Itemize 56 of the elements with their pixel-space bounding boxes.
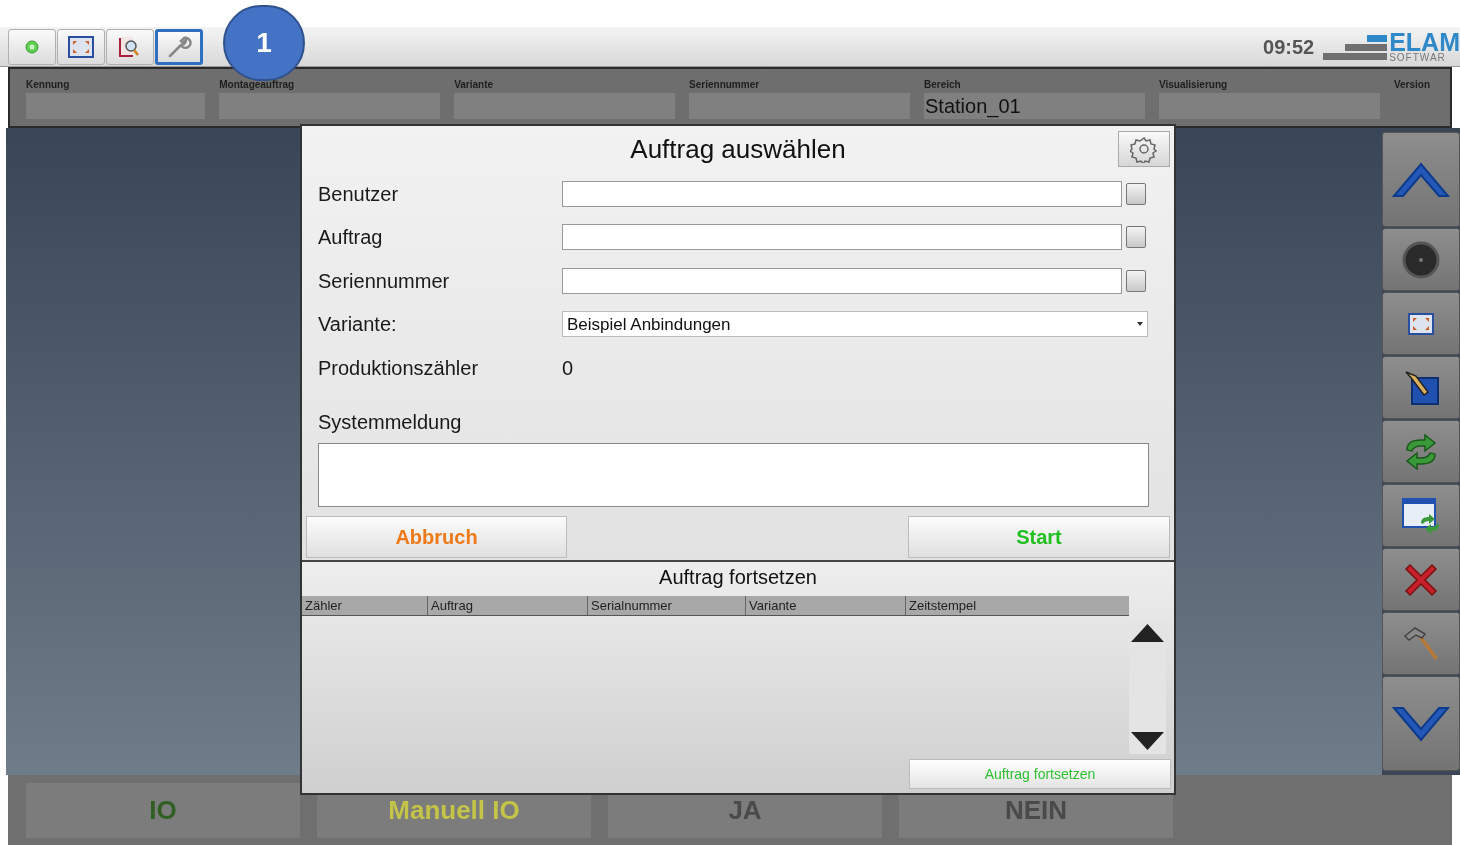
text-field[interactable] bbox=[562, 224, 1122, 251]
keyboard-button[interactable] bbox=[1126, 226, 1146, 249]
logo-bars-icon bbox=[1323, 32, 1388, 63]
toolbar-button[interactable] bbox=[57, 28, 105, 65]
dropdown-caret-icon bbox=[1137, 322, 1143, 327]
field-label: Visualisierung bbox=[1158, 79, 1228, 91]
dialog-title: Auftrag auswählen bbox=[629, 132, 847, 166]
settings-icon bbox=[1130, 135, 1158, 163]
sidebar-button[interactable] bbox=[1382, 356, 1460, 419]
fullscreen-icon bbox=[1408, 312, 1434, 335]
column-header: Serialnummer bbox=[587, 596, 745, 615]
fullscreen-icon bbox=[68, 35, 94, 58]
toolbar-button[interactable] bbox=[155, 28, 203, 65]
counter-value: 0 bbox=[562, 355, 574, 381]
clock-text: 09:52 bbox=[1263, 34, 1315, 60]
form-label: Produktionszähler bbox=[318, 355, 480, 381]
resume-button[interactable]: Auftrag fortsetzen bbox=[909, 759, 1171, 789]
column-header: Auftrag bbox=[427, 596, 587, 615]
section-title: Auftrag fortsetzen bbox=[658, 565, 818, 590]
start-button[interactable]: Start bbox=[908, 515, 1170, 558]
keyboard-button[interactable] bbox=[1126, 269, 1146, 292]
field-value: Station_01 bbox=[924, 93, 1145, 119]
keyboard-button[interactable] bbox=[1126, 182, 1146, 205]
field-label: Bereich bbox=[924, 79, 961, 91]
status-light-icon bbox=[24, 38, 40, 55]
column-header: Variante bbox=[745, 596, 905, 615]
bottom-button[interactable]: IO bbox=[26, 782, 300, 838]
settings-button[interactable] bbox=[1118, 131, 1170, 167]
window-refresh-icon bbox=[1401, 496, 1441, 535]
sidebar-button[interactable] bbox=[1382, 676, 1460, 771]
form-label: Systemmeldung bbox=[318, 409, 463, 435]
column-header: Zähler bbox=[304, 597, 343, 615]
field-label: Seriennummer bbox=[689, 79, 760, 91]
logo-subtitle: SOFTWAR bbox=[1389, 52, 1447, 63]
dropdown-field[interactable]: Beispiel Anbindungen bbox=[562, 311, 1148, 338]
sidebar-button[interactable] bbox=[1382, 292, 1460, 355]
field-label: Variante bbox=[454, 79, 494, 91]
sidebar-button[interactable] bbox=[1382, 484, 1460, 547]
field-label: Kennung bbox=[26, 79, 70, 91]
form-label: Variante: bbox=[318, 312, 398, 338]
toolbar-button[interactable] bbox=[106, 28, 154, 65]
form-label: Seriennummer bbox=[318, 268, 451, 294]
logo-text: ELAM bbox=[1389, 30, 1460, 53]
dial-icon bbox=[1401, 239, 1441, 280]
sidebar-button[interactable] bbox=[1382, 132, 1460, 227]
sidebar-button[interactable] bbox=[1382, 548, 1460, 611]
form-label: Auftrag bbox=[318, 225, 384, 251]
sidebar-button[interactable] bbox=[1382, 228, 1460, 291]
cancel-button[interactable]: Abbruch bbox=[306, 515, 567, 558]
text-field[interactable] bbox=[562, 267, 1122, 294]
field-label: Version bbox=[1393, 79, 1432, 91]
text-field[interactable] bbox=[562, 180, 1122, 207]
field-label: Montageauftrag bbox=[219, 79, 295, 91]
pen-icon bbox=[1402, 369, 1440, 406]
form-label: Benutzer bbox=[318, 181, 400, 207]
column-header: Zeitstempel bbox=[905, 596, 1129, 615]
